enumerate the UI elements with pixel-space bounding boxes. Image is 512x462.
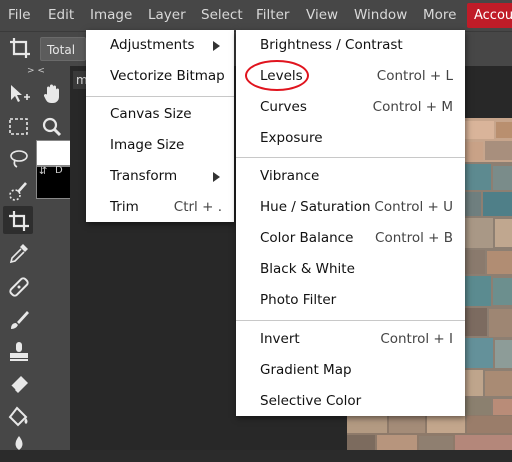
marquee-tool-icon[interactable] <box>6 114 32 140</box>
menu-bar: File Edit Image Layer Select Filter View… <box>0 0 512 31</box>
menu-edit[interactable]: Edit <box>48 0 74 31</box>
document-image[interactable] <box>463 118 512 450</box>
crop-tool-icon[interactable] <box>6 208 32 234</box>
menu-item-vectorize-bitmap[interactable]: Vectorize Bitmap <box>86 61 234 92</box>
menu-item-curves[interactable]: Curves Control + M <box>236 92 465 123</box>
menu-item-vibrance[interactable]: Vibrance <box>236 161 465 192</box>
menu-item-trim[interactable]: Trim Ctrl + . <box>86 192 234 223</box>
menu-view[interactable]: View <box>306 0 338 31</box>
menu-window[interactable]: Window <box>354 0 407 31</box>
healing-tool-icon[interactable] <box>6 274 32 300</box>
total-field[interactable]: Total C <box>40 37 86 81</box>
menu-item-photo-filter[interactable]: Photo Filter <box>236 285 465 316</box>
levels-highlight-circle <box>245 60 309 91</box>
menu-separator <box>86 96 234 97</box>
menu-item-color-balance[interactable]: Color Balance Control + B <box>236 223 465 254</box>
swap-colors-icon[interactable]: ⇵ <box>39 166 47 177</box>
eyedropper-tool-icon[interactable] <box>6 240 32 266</box>
move-tool-icon[interactable] <box>6 81 32 107</box>
menu-item-selective-color[interactable]: Selective Color <box>236 386 465 417</box>
menu-item-image-size[interactable]: Image Size <box>86 130 234 161</box>
account-button[interactable]: Accou <box>467 3 512 28</box>
menu-item-transform[interactable]: Transform <box>86 161 234 192</box>
menu-item-brightness-contrast[interactable]: Brightness / Contrast <box>236 30 465 61</box>
menu-separator <box>236 157 465 158</box>
menu-item-black-white[interactable]: Black & White <box>236 254 465 285</box>
menu-separator <box>236 320 465 321</box>
tools-panel: > < ⇵ D <box>0 66 71 450</box>
quick-select-tool-icon[interactable] <box>6 178 32 204</box>
menu-filter[interactable]: Filter <box>256 0 289 31</box>
image-menu: Adjustments Vectorize Bitmap Canvas Size… <box>86 30 234 222</box>
menu-item-exposure[interactable]: Exposure <box>236 123 465 154</box>
blur-tool-icon[interactable] <box>6 432 32 458</box>
menu-file[interactable]: File <box>8 0 31 31</box>
menu-layer[interactable]: Layer <box>148 0 186 31</box>
document-image-bottom[interactable] <box>347 415 512 450</box>
hand-tool-icon[interactable] <box>39 81 65 107</box>
foreground-color-swatch[interactable] <box>36 140 71 166</box>
brush-tool-icon[interactable] <box>6 307 32 333</box>
menu-item-adjustments[interactable]: Adjustments <box>86 30 234 61</box>
fill-tool-icon[interactable] <box>6 404 32 430</box>
submenu-arrow-icon <box>213 41 220 51</box>
menu-item-canvas-size[interactable]: Canvas Size <box>86 99 234 130</box>
crop-icon[interactable] <box>7 35 33 61</box>
menu-item-invert[interactable]: Invert Control + I <box>236 324 465 355</box>
default-colors-icon[interactable]: D <box>55 165 63 176</box>
stamp-tool-icon[interactable] <box>6 339 32 365</box>
zoom-tool-icon[interactable] <box>39 114 65 140</box>
toolbar-collapse-toggle[interactable]: > < <box>27 66 45 76</box>
menu-more[interactable]: More <box>423 0 456 31</box>
lasso-tool-icon[interactable] <box>6 146 32 172</box>
submenu-arrow-icon <box>213 172 220 182</box>
menu-image[interactable]: Image <box>90 0 132 31</box>
eraser-tool-icon[interactable] <box>6 372 32 398</box>
menu-item-gradient-map[interactable]: Gradient Map <box>236 355 465 386</box>
menu-select[interactable]: Select <box>201 0 243 31</box>
menu-item-hue-saturation[interactable]: Hue / Saturation Control + U <box>236 192 465 223</box>
